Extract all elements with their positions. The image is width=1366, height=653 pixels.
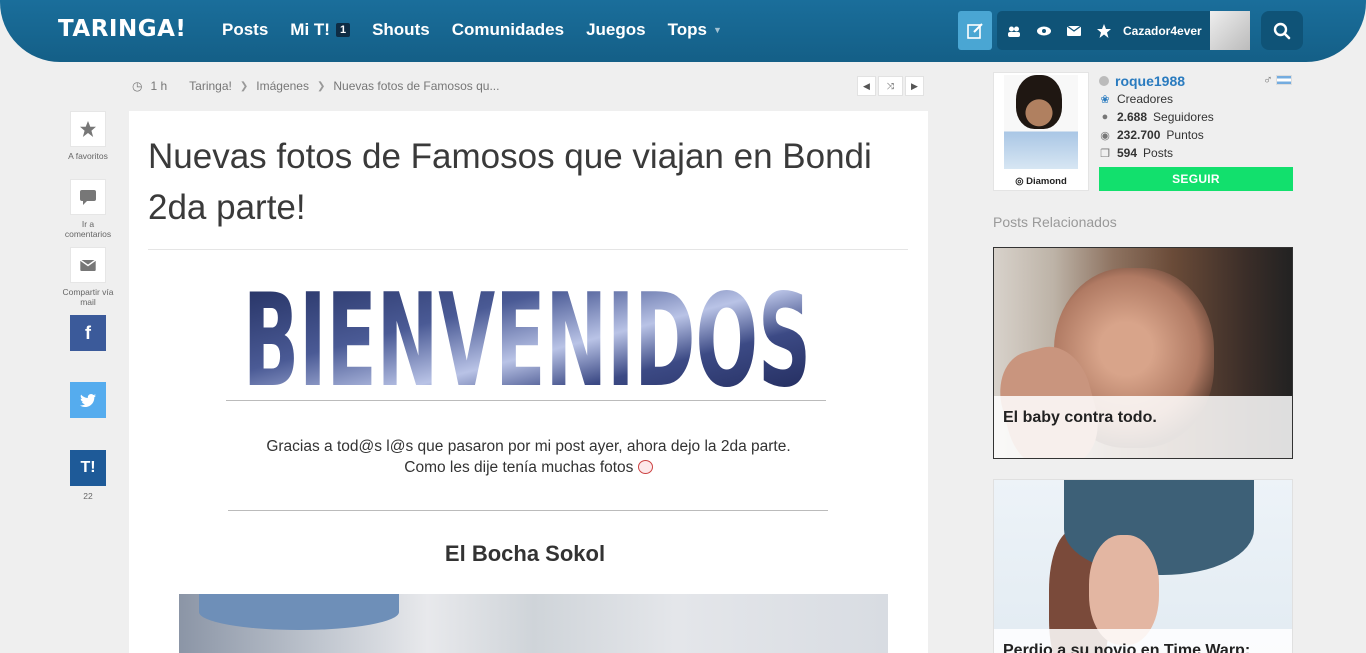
twitter-icon bbox=[80, 393, 96, 407]
breadcrumb-category[interactable]: Imágenes bbox=[256, 79, 309, 93]
post-age: 1 h bbox=[150, 79, 168, 93]
followers-count: 2.688 bbox=[1117, 110, 1148, 124]
facebook-share-button[interactable]: f bbox=[70, 315, 106, 351]
taringa-count: 22 bbox=[83, 491, 93, 501]
chevron-down-icon: ▼ bbox=[712, 25, 722, 35]
notification-badge: 1 bbox=[335, 23, 351, 37]
male-icon: ♂ bbox=[1263, 72, 1273, 87]
author-rank: Creadores bbox=[1117, 92, 1174, 106]
prev-post-button[interactable]: ◀ bbox=[857, 76, 876, 96]
users-icon[interactable] bbox=[1007, 24, 1021, 38]
welcome-banner-text: BIENVENIDOS bbox=[243, 279, 811, 391]
write-icon bbox=[967, 22, 983, 39]
comments-button[interactable] bbox=[70, 179, 106, 215]
search-icon bbox=[1273, 22, 1291, 39]
taringa-label: T! bbox=[80, 459, 96, 476]
section-heading: El Bocha Sokol bbox=[444, 541, 606, 566]
post-image bbox=[179, 594, 888, 653]
next-post-button[interactable]: ▶ bbox=[905, 76, 924, 96]
user-avatar[interactable] bbox=[1210, 11, 1250, 50]
chevron-right-icon: ❯ bbox=[239, 80, 249, 92]
breadcrumb-home[interactable]: Taringa! bbox=[189, 79, 232, 93]
shuffle-icon: ⤨ bbox=[886, 80, 895, 91]
welcome-banner: BIENVENIDOS bbox=[243, 279, 811, 391]
favorite-button[interactable] bbox=[70, 111, 106, 147]
posts-count: 594 bbox=[1117, 146, 1138, 160]
menu-tops[interactable]: Tops ▼ bbox=[668, 20, 722, 40]
chevron-right-icon: ▶ bbox=[911, 80, 918, 91]
twitter-share-button[interactable] bbox=[70, 382, 106, 418]
breadcrumb-current: Nuevas fotos de Famosos qu... bbox=[333, 79, 500, 93]
follow-button[interactable]: SEGUIR bbox=[1099, 167, 1293, 191]
status-dot-icon bbox=[1099, 76, 1109, 86]
favorite-label: A favoritos bbox=[68, 151, 108, 161]
clock-icon: ◷ bbox=[132, 79, 143, 93]
related-post-caption[interactable]: El baby contra todo. bbox=[994, 396, 1292, 458]
taringa-logo[interactable]: TARINGA! bbox=[58, 16, 186, 42]
taringa-button[interactable]: T! bbox=[70, 450, 106, 486]
menu-posts[interactable]: Posts bbox=[222, 20, 268, 40]
chevron-left-icon: ◀ bbox=[863, 80, 870, 91]
emoticon-icon bbox=[637, 460, 653, 474]
post-card: Nuevas fotos de Famosos que viajan en Bo… bbox=[129, 111, 928, 653]
author-badge: ◎ Diamond bbox=[1015, 176, 1067, 187]
related-post-card[interactable]: Perdio a su novio en Time Warp: bbox=[993, 479, 1293, 653]
related-posts-title: Posts Relacionados bbox=[993, 214, 1117, 230]
comment-icon bbox=[80, 189, 96, 205]
points-icon: ◉ bbox=[1100, 129, 1110, 142]
comments-label: Ir a comentarios bbox=[64, 219, 112, 239]
new-post-button[interactable] bbox=[958, 11, 992, 50]
divider bbox=[226, 400, 826, 401]
author-username[interactable]: roque1988 bbox=[1115, 73, 1185, 89]
eye-icon[interactable] bbox=[1037, 24, 1051, 38]
author-avatar[interactable]: ◎ Diamond bbox=[993, 72, 1089, 191]
top-nav: TARINGA! Posts Mi T! 1 Shouts Comunidades… bbox=[0, 0, 1366, 62]
share-mail-label: Compartir vía mail bbox=[62, 287, 114, 307]
menu-juegos[interactable]: Juegos bbox=[586, 20, 646, 40]
rank-icon: ❀ bbox=[1100, 93, 1110, 106]
current-username[interactable]: Cazador4ever bbox=[1123, 24, 1202, 38]
divider bbox=[228, 510, 828, 511]
menu-shouts[interactable]: Shouts bbox=[372, 20, 430, 40]
menu-mi-t[interactable]: Mi T! 1 bbox=[290, 20, 351, 40]
random-post-button[interactable]: ⤨ bbox=[878, 76, 903, 96]
diamond-icon: ◎ bbox=[1015, 176, 1024, 187]
related-post-card[interactable]: El baby contra todo. bbox=[993, 247, 1293, 459]
mail-icon[interactable] bbox=[1067, 24, 1081, 38]
star-icon bbox=[80, 121, 96, 137]
mail-icon bbox=[80, 259, 96, 271]
post-title: Nuevas fotos de Famosos que viajan en Bo… bbox=[148, 137, 872, 227]
facebook-icon: f bbox=[85, 322, 91, 343]
related-post-caption[interactable]: Perdio a su novio en Time Warp: bbox=[994, 629, 1292, 653]
breadcrumb: ◷ 1 h Taringa! ❯ Imágenes ❯ Nuevas fotos… bbox=[132, 79, 499, 93]
chevron-right-icon: ❯ bbox=[316, 80, 326, 92]
menu-comunidades[interactable]: Comunidades bbox=[452, 20, 564, 40]
points-count: 232.700 bbox=[1117, 128, 1161, 142]
user-panel: Cazador4ever bbox=[997, 11, 1250, 50]
post-pager: ◀ ⤨ ▶ bbox=[857, 76, 924, 96]
main-menu: Posts Mi T! 1 Shouts Comunidades Juegos T… bbox=[222, 20, 722, 40]
posts-icon: ❐ bbox=[1100, 147, 1110, 160]
author-flags: ♂ bbox=[1263, 72, 1292, 87]
post-intro: Gracias a tod@s l@s que pasaron por mi p… bbox=[266, 438, 791, 476]
divider bbox=[148, 249, 908, 250]
user-icon: ● bbox=[1101, 111, 1109, 123]
search-button[interactable] bbox=[1261, 11, 1303, 50]
star-icon[interactable] bbox=[1097, 23, 1111, 38]
argentina-flag-icon bbox=[1275, 74, 1292, 85]
share-mail-button[interactable] bbox=[70, 247, 106, 283]
